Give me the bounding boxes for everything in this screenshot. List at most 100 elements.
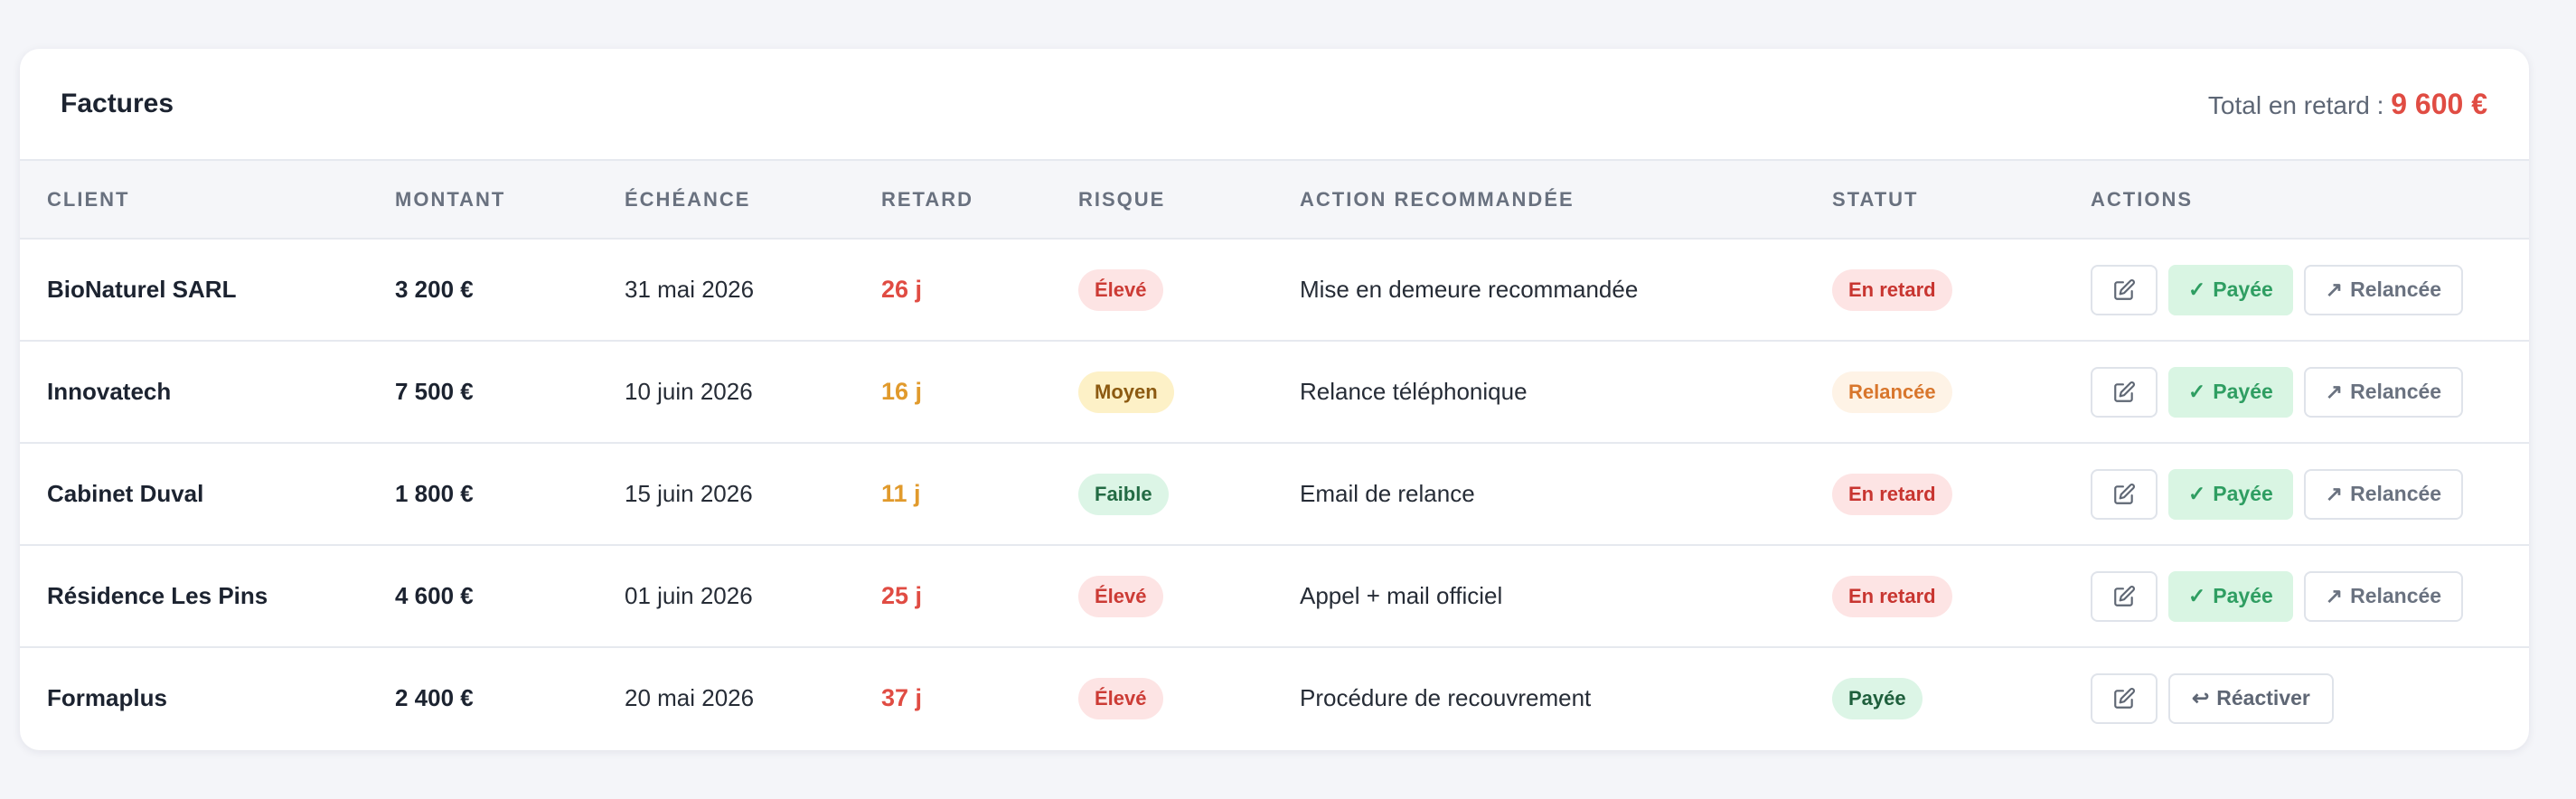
client-name: Formaplus [47, 684, 167, 711]
delay-days: 25 j [881, 582, 923, 609]
status-badge: En retard [1832, 473, 1952, 515]
overdue-total-value: 9 600 € [2391, 87, 2487, 120]
edit-icon [2114, 278, 2135, 300]
mark-paid-label: Payée [2213, 584, 2273, 607]
edit-icon [2114, 483, 2135, 504]
card-header: Factures Total en retard : 9 600 € [20, 49, 2529, 161]
edit-button[interactable] [2091, 366, 2158, 418]
column-header-recommended-action[interactable]: ACTION RECOMMANDÉE [1300, 161, 1832, 240]
recommended-action: Procédure de recouvrement [1300, 684, 1592, 711]
arrow-up-right-icon: ↗ [2325, 584, 2344, 607]
client-name: Innovatech [47, 378, 172, 405]
check-icon: ✓ [2188, 584, 2206, 607]
undo-arrow-icon: ↩ [2192, 686, 2210, 710]
actions-cell: ✓ Payée ↗ Relancée [2091, 341, 2529, 443]
recommended-action: Appel + mail officiel [1300, 582, 1503, 609]
risk-cell: Élevé [1078, 545, 1300, 647]
arrow-up-right-icon: ↗ [2325, 482, 2344, 505]
risk-cell: Élevé [1078, 239, 1300, 341]
risk-badge: Élevé [1078, 575, 1163, 617]
mark-paid-button[interactable]: ✓ Payée [2168, 366, 2293, 418]
mark-relaunched-label: Relancée [2350, 584, 2442, 607]
column-header-status[interactable]: STATUT [1832, 161, 2091, 240]
mark-relaunched-button[interactable]: ↗ Relancée [2303, 264, 2464, 315]
recommended-action: Email de relance [1300, 480, 1475, 507]
edit-icon [2114, 381, 2135, 402]
status-cell: En retard [1832, 239, 2091, 341]
mark-paid-button[interactable]: ✓ Payée [2168, 570, 2293, 622]
edit-button[interactable] [2091, 468, 2158, 520]
invoices-card: Factures Total en retard : 9 600 € CLIEN… [20, 49, 2529, 750]
column-header-due-date[interactable]: ÉCHÉANCE [625, 161, 881, 240]
status-badge: En retard [1832, 575, 1952, 617]
actions-cell: ✓ Payée ↗ Relancée [2091, 545, 2529, 647]
client-name: BioNaturel SARL [47, 276, 237, 303]
column-header-actions: ACTIONS [2091, 161, 2529, 240]
due-date: 01 juin 2026 [625, 582, 753, 609]
delay-days: 37 j [881, 684, 923, 711]
risk-cell: Élevé [1078, 647, 1300, 748]
actions-cell: ↩ Réactiver [2091, 647, 2529, 748]
status-badge: Relancée [1832, 371, 1952, 413]
mark-relaunched-label: Relancée [2350, 380, 2442, 403]
due-date: 15 juin 2026 [625, 480, 753, 507]
invoice-amount: 2 400 € [395, 684, 474, 711]
mark-relaunched-button[interactable]: ↗ Relancée [2303, 570, 2464, 622]
due-date: 20 mai 2026 [625, 684, 755, 711]
table-row: BioNaturel SARL 3 200 € 31 mai 2026 26 j… [20, 239, 2529, 341]
due-date: 31 mai 2026 [625, 276, 755, 303]
mark-relaunched-button[interactable]: ↗ Relancée [2303, 468, 2464, 520]
overdue-total-label: Total en retard : [2207, 90, 2392, 119]
invoices-table: CLIENT MONTANT ÉCHÉANCE RETARD RISQUE AC… [20, 161, 2529, 748]
mark-paid-button[interactable]: ✓ Payée [2168, 264, 2293, 315]
invoice-amount: 7 500 € [395, 378, 474, 405]
mark-paid-label: Payée [2213, 380, 2273, 403]
mark-paid-button[interactable]: ✓ Payée [2168, 468, 2293, 520]
due-date: 10 juin 2026 [625, 378, 753, 405]
page-title: Factures [61, 89, 174, 118]
check-icon: ✓ [2188, 277, 2206, 301]
actions-cell: ✓ Payée ↗ Relancée [2091, 239, 2529, 341]
status-cell: En retard [1832, 443, 2091, 545]
delay-days: 16 j [881, 378, 923, 405]
invoice-amount: 4 600 € [395, 582, 474, 609]
check-icon: ✓ [2188, 482, 2206, 505]
recommended-action: Mise en demeure recommandée [1300, 276, 1639, 303]
overdue-total: Total en retard : 9 600 € [2208, 88, 2487, 121]
risk-badge: Élevé [1078, 268, 1163, 311]
delay-days: 26 j [881, 276, 923, 303]
risk-badge: Faible [1078, 473, 1169, 515]
table-row: Formaplus 2 400 € 20 mai 2026 37 j Élevé… [20, 647, 2529, 748]
invoice-amount: 3 200 € [395, 276, 474, 303]
column-header-risk[interactable]: RISQUE [1078, 161, 1300, 240]
reactivate-button[interactable]: ↩ Réactiver [2168, 672, 2334, 724]
status-badge: En retard [1832, 268, 1952, 311]
table-row: Cabinet Duval 1 800 € 15 juin 2026 11 j … [20, 443, 2529, 545]
arrow-up-right-icon: ↗ [2325, 277, 2344, 301]
mark-paid-label: Payée [2213, 482, 2273, 505]
risk-badge: Moyen [1078, 371, 1174, 413]
table-row: Innovatech 7 500 € 10 juin 2026 16 j Moy… [20, 341, 2529, 443]
edit-icon [2114, 585, 2135, 606]
check-icon: ✓ [2188, 380, 2206, 403]
edit-button[interactable] [2091, 570, 2158, 622]
mark-paid-label: Payée [2213, 277, 2273, 301]
table-header-row: CLIENT MONTANT ÉCHÉANCE RETARD RISQUE AC… [20, 161, 2529, 240]
column-header-client[interactable]: CLIENT [20, 161, 395, 240]
risk-badge: Élevé [1078, 677, 1163, 719]
column-header-amount[interactable]: MONTANT [395, 161, 625, 240]
status-cell: En retard [1832, 545, 2091, 647]
risk-cell: Faible [1078, 443, 1300, 545]
status-cell: Payée [1832, 647, 2091, 748]
column-header-delay[interactable]: RETARD [881, 161, 1078, 240]
recommended-action: Relance téléphonique [1300, 378, 1528, 405]
status-cell: Relancée [1832, 341, 2091, 443]
actions-cell: ✓ Payée ↗ Relancée [2091, 443, 2529, 545]
client-name: Résidence Les Pins [47, 582, 268, 609]
edit-button[interactable] [2091, 672, 2158, 724]
edit-button[interactable] [2091, 264, 2158, 315]
mark-relaunched-button[interactable]: ↗ Relancée [2303, 366, 2464, 418]
client-name: Cabinet Duval [47, 480, 204, 507]
status-badge: Payée [1832, 677, 1923, 719]
delay-days: 11 j [881, 480, 921, 507]
